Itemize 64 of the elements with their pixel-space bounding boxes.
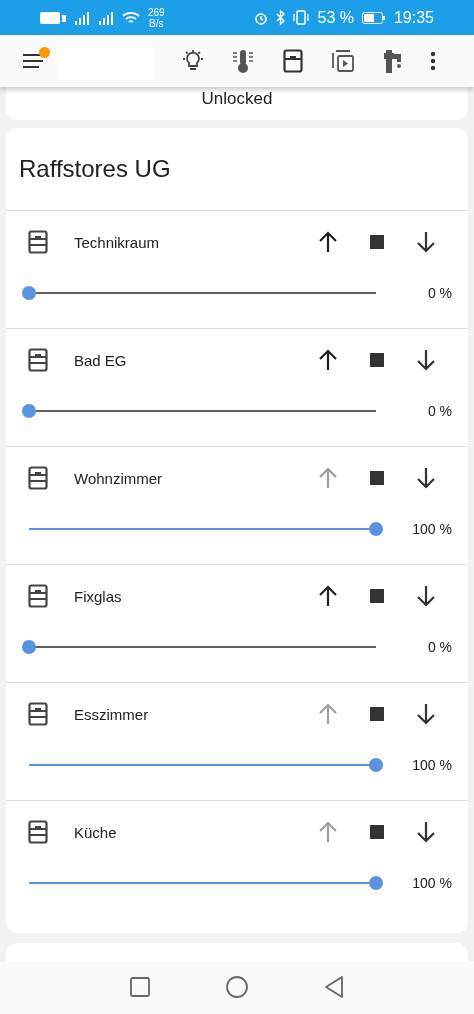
position-reading: 100 % [411,875,452,892]
shutter-name[interactable]: Esszimmer [74,705,303,723]
position-reading: 0 % [426,639,452,656]
arrow-up-icon [317,703,338,726]
home-button[interactable] [226,976,248,999]
volte-icon [40,11,66,24]
shutter-icon [28,702,48,727]
arrow-up-icon [317,231,338,254]
bluetooth-icon [276,10,286,26]
arrow-up-icon [317,349,338,372]
shutter-icon [28,348,48,373]
slider-thumb[interactable] [369,758,383,773]
shutter-icon [28,820,48,845]
clock: 19:35 [393,8,434,27]
shutter-icon [283,49,303,74]
signal-icon [98,10,114,25]
arrow-down-icon [415,349,436,372]
position-reading: 0 % [426,285,452,302]
arrow-up-icon [317,585,338,608]
arrow-down-icon [415,585,436,608]
arrow-down-icon [415,821,436,844]
wifi-icon [122,10,140,25]
lock-state: Unlocked [201,88,273,109]
shutter-name[interactable]: Technikraum [74,233,303,251]
thermometer-icon [231,48,255,75]
more-icon [430,51,436,72]
slider-thumb[interactable] [22,286,36,301]
shutter-icon [28,230,48,255]
battery-percent: 53 % [317,8,354,27]
card-title: Raffstores UG [18,154,172,185]
recents-button[interactable] [130,977,150,998]
slider-thumb[interactable] [369,522,383,537]
arrow-up-icon [317,467,338,490]
shutter-name[interactable]: Fixglas [74,587,303,605]
arrow-down-icon [415,231,436,254]
menu-icon [23,53,45,70]
stop-icon [369,471,384,486]
position-reading: 100 % [411,757,452,774]
signal-icon [74,10,90,25]
slider-thumb[interactable] [22,404,36,419]
slider-thumb[interactable] [369,876,383,891]
stop-icon [369,235,384,250]
media-icon [331,49,355,74]
position-reading: 100 % [411,521,452,538]
stop-icon [369,353,384,368]
arrow-down-icon [415,703,436,726]
network-unit: B/s [149,17,164,29]
shutter-icon [28,466,48,491]
shutter-icon [28,584,48,609]
arrow-up-icon [317,821,338,844]
shutter-name[interactable]: Bad EG [74,351,303,369]
back-button[interactable] [324,976,344,999]
stop-icon [369,589,384,604]
network-speed: 269 [148,6,165,18]
stop-icon [369,825,384,840]
shutter-name[interactable]: Küche [74,823,303,841]
shutter-name[interactable]: Wohnzimmer [74,469,303,487]
arrow-down-icon [415,467,436,490]
battery-icon [361,11,386,24]
position-reading: 0 % [426,403,452,420]
slider-thumb[interactable] [22,640,36,655]
alarm-icon [254,10,269,25]
stop-icon [369,707,384,722]
vibrate-icon [293,10,310,26]
